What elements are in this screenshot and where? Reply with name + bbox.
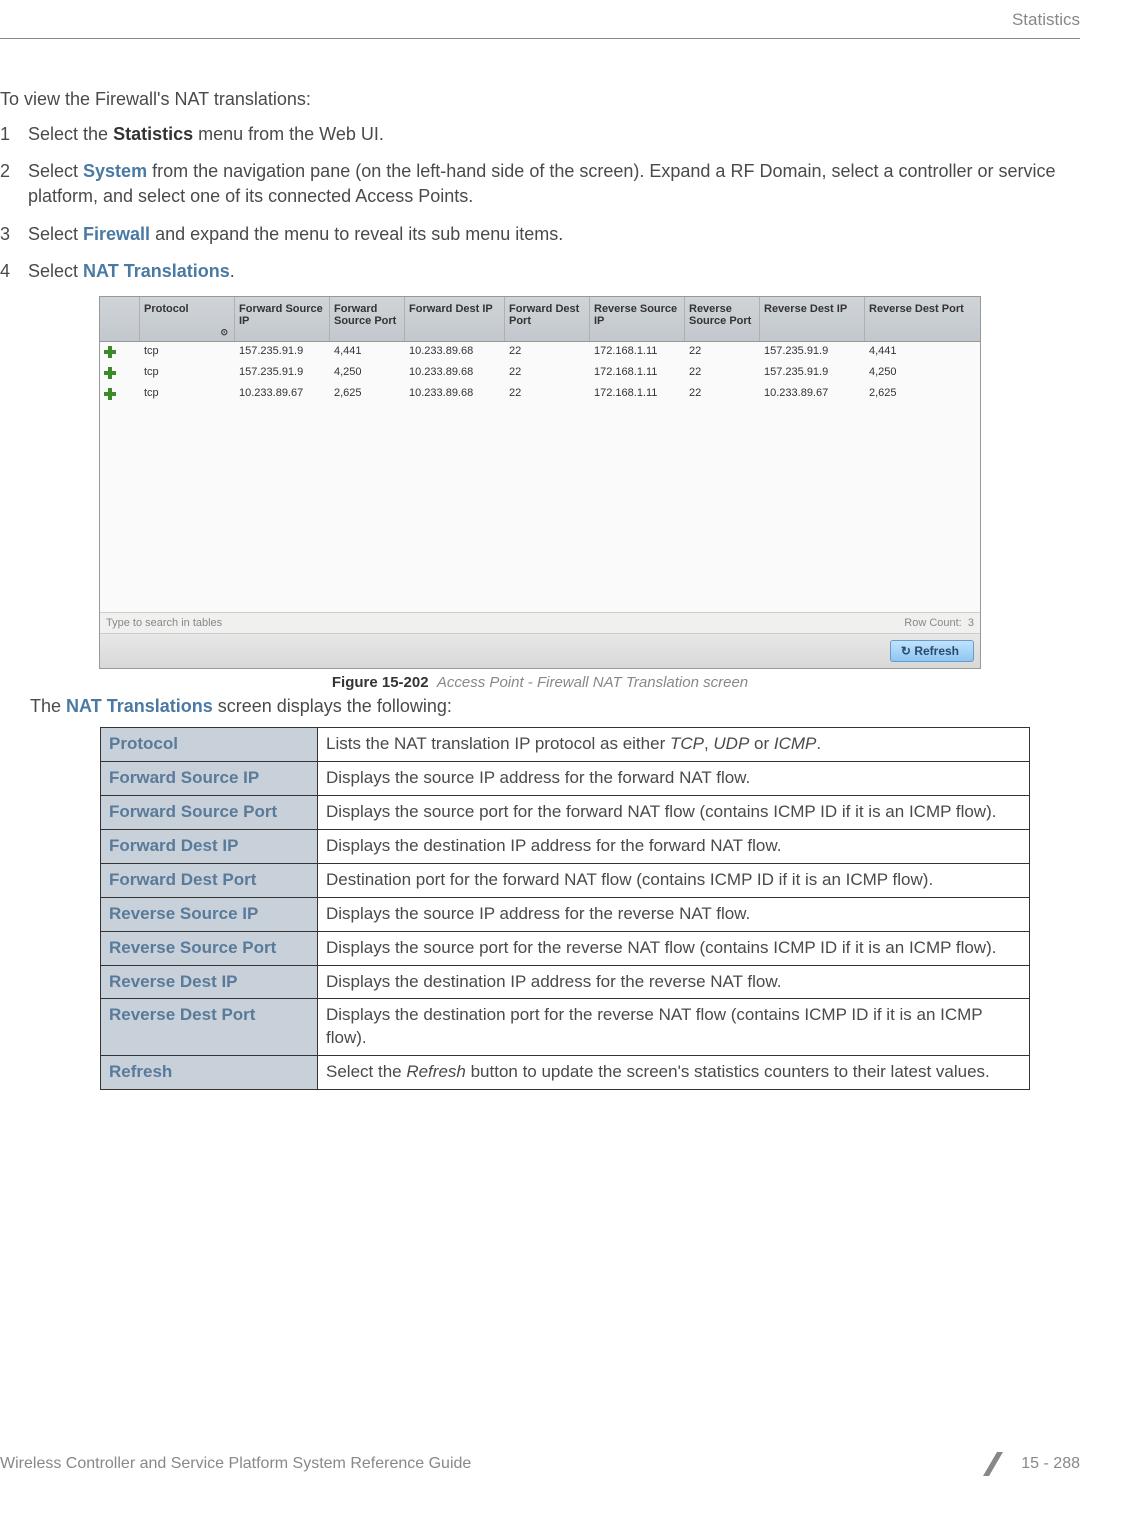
step-item: 4Select NAT Translations. [0, 259, 1080, 284]
row-add-icon[interactable] [100, 363, 140, 384]
screenshot-footer-bar: Type to search in tables Row Count: 3 [100, 612, 980, 633]
col-header-reverse-source-port[interactable]: Reverse Source Port [685, 297, 760, 341]
step-item: 2Select System from the navigation pane … [0, 159, 1080, 209]
desc-label: Reverse Source IP [101, 897, 318, 931]
table-cell: 2,625 [865, 384, 975, 405]
col-header-forward-dest-port[interactable]: Forward Dest Port [505, 297, 590, 341]
intro-text: To view the Firewall's NAT translations: [0, 89, 1080, 110]
desc-label: Forward Dest Port [101, 863, 318, 897]
figure-label: Figure 15-202 [332, 674, 429, 691]
table-cell: 172.168.1.11 [590, 363, 685, 384]
table-cell: 10.233.89.68 [405, 342, 505, 363]
col-header-forward-source-port[interactable]: Forward Source Port [330, 297, 405, 341]
table-cell: 10.233.89.67 [760, 384, 865, 405]
desc-label: Forward Source Port [101, 795, 318, 829]
row-add-icon[interactable] [100, 384, 140, 405]
footer-title: Wireless Controller and Service Platform… [0, 1455, 471, 1473]
table-cell: tcp [140, 384, 235, 405]
desc-text: Displays the destination IP address for … [318, 965, 1030, 999]
desc-text: Displays the source IP address for the f… [318, 761, 1030, 795]
table-cell: 157.235.91.9 [235, 342, 330, 363]
table-cell: 22 [685, 342, 760, 363]
table-cell: tcp [140, 363, 235, 384]
col-header-reverse-dest-port[interactable]: Reverse Dest Port [865, 297, 975, 341]
col-header-protocol[interactable]: Protocol⊙ [140, 297, 235, 341]
table-cell: 2,625 [330, 384, 405, 405]
table-cell: 10.233.89.68 [405, 384, 505, 405]
desc-text: Displays the source port for the forward… [318, 795, 1030, 829]
desc-label: Forward Dest IP [101, 829, 318, 863]
footer-logo-icon [977, 1448, 1009, 1480]
table-cell: 4,250 [330, 363, 405, 384]
table-cell: 157.235.91.9 [235, 363, 330, 384]
desc-label: Reverse Source Port [101, 931, 318, 965]
desc-text: Select the Refresh button to update the … [318, 1056, 1030, 1090]
col-header-blank[interactable] [100, 297, 140, 341]
refresh-button[interactable]: ↻ Refresh [890, 640, 974, 662]
table-cell: 22 [685, 384, 760, 405]
page-footer: Wireless Controller and Service Platform… [0, 1448, 1080, 1480]
desc-label: Refresh [101, 1056, 318, 1090]
step-item: 1Select the Statistics menu from the Web… [0, 122, 1080, 147]
table-row[interactable]: tcp10.233.89.672,62510.233.89.6822172.16… [100, 384, 980, 405]
col-header-forward-source-ip[interactable]: Forward Source IP [235, 297, 330, 341]
desc-row: Reverse Source IPDisplays the source IP … [101, 897, 1030, 931]
table-cell: 157.235.91.9 [760, 342, 865, 363]
col-header-forward-dest-ip[interactable]: Forward Dest IP [405, 297, 505, 341]
desc-row: Forward Source IPDisplays the source IP … [101, 761, 1030, 795]
table-row[interactable]: tcp157.235.91.94,44110.233.89.6822172.16… [100, 342, 980, 363]
desc-label: Forward Source IP [101, 761, 318, 795]
table-cell: 22 [505, 363, 590, 384]
desc-text: Displays the source port for the reverse… [318, 931, 1030, 965]
screenshot-table-body: tcp157.235.91.94,44110.233.89.6822172.16… [100, 342, 980, 612]
description-table: ProtocolLists the NAT translation IP pro… [100, 727, 1030, 1090]
row-count: Row Count: 3 [904, 617, 974, 629]
table-cell: 172.168.1.11 [590, 384, 685, 405]
figure-title: Access Point - Firewall NAT Translation … [437, 674, 748, 691]
table-cell: 4,441 [865, 342, 975, 363]
sort-icon[interactable]: ⊙ [220, 327, 228, 338]
desc-label: Protocol [101, 727, 318, 761]
desc-text: Displays the source IP address for the r… [318, 897, 1030, 931]
desc-text: Destination port for the forward NAT flo… [318, 863, 1030, 897]
col-header-reverse-dest-ip[interactable]: Reverse Dest IP [760, 297, 865, 341]
desc-row: Reverse Source PortDisplays the source p… [101, 931, 1030, 965]
figure-caption: Figure 15-202 Access Point - Firewall NA… [0, 674, 1080, 691]
desc-row: Reverse Dest PortDisplays the destinatio… [101, 999, 1030, 1056]
desc-row: Forward Dest PortDestination port for th… [101, 863, 1030, 897]
desc-row: Reverse Dest IPDisplays the destination … [101, 965, 1030, 999]
desc-row: RefreshSelect the Refresh button to upda… [101, 1056, 1030, 1090]
table-cell: 157.235.91.9 [760, 363, 865, 384]
step-item: 3Select Firewall and expand the menu to … [0, 222, 1080, 247]
table-cell: 172.168.1.11 [590, 342, 685, 363]
table-row[interactable]: tcp157.235.91.94,25010.233.89.6822172.16… [100, 363, 980, 384]
desc-text: Displays the destination port for the re… [318, 999, 1030, 1056]
table-cell: 22 [685, 363, 760, 384]
col-header-reverse-source-ip[interactable]: Reverse Source IP [590, 297, 685, 341]
table-cell: 4,250 [865, 363, 975, 384]
desc-label: Reverse Dest IP [101, 965, 318, 999]
desc-text: Lists the NAT translation IP protocol as… [318, 727, 1030, 761]
page-number: 15 - 288 [1021, 1455, 1080, 1473]
post-text: The NAT Translations screen displays the… [30, 696, 1080, 717]
desc-row: Forward Dest IPDisplays the destination … [101, 829, 1030, 863]
table-cell: 4,441 [330, 342, 405, 363]
nat-screenshot: Protocol⊙ Forward Source IP Forward Sour… [99, 296, 981, 669]
table-cell: 22 [505, 342, 590, 363]
screenshot-button-bar: ↻ Refresh [100, 633, 980, 668]
step-list: 1Select the Statistics menu from the Web… [0, 122, 1080, 284]
table-cell: tcp [140, 342, 235, 363]
table-cell: 22 [505, 384, 590, 405]
desc-row: ProtocolLists the NAT translation IP pro… [101, 727, 1030, 761]
desc-label: Reverse Dest Port [101, 999, 318, 1056]
screenshot-table-header: Protocol⊙ Forward Source IP Forward Sour… [100, 297, 980, 342]
search-input[interactable]: Type to search in tables [106, 617, 222, 629]
table-cell: 10.233.89.68 [405, 363, 505, 384]
row-add-icon[interactable] [100, 342, 140, 363]
desc-text: Displays the destination IP address for … [318, 829, 1030, 863]
breadcrumb: Statistics [0, 10, 1080, 39]
desc-row: Forward Source PortDisplays the source p… [101, 795, 1030, 829]
table-cell: 10.233.89.67 [235, 384, 330, 405]
